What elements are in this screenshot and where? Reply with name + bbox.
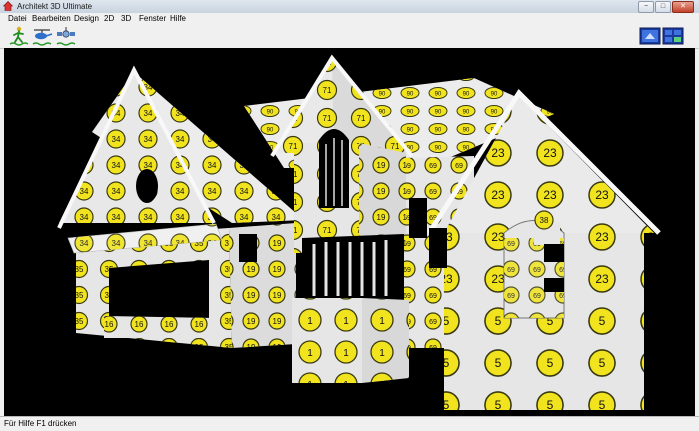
- 3d-viewport[interactable]: 34 35 16 19 71: [4, 48, 695, 416]
- maximize-button[interactable]: □: [655, 1, 671, 13]
- menu-datei[interactable]: Datei: [8, 13, 27, 24]
- close-button[interactable]: ✕: [672, 1, 694, 13]
- menu-2d[interactable]: 2D: [104, 13, 114, 24]
- menu-bar: Datei Bearbeiten Design 2D 3D Fenster Hi…: [0, 13, 699, 24]
- right-lower-texture: [444, 313, 644, 410]
- minimize-button[interactable]: −: [638, 1, 654, 13]
- single-view-icon[interactable]: [639, 25, 661, 47]
- app-house-icon: [3, 1, 13, 11]
- right-arch-label: 38: [540, 216, 549, 225]
- toolbar: [0, 24, 699, 49]
- left-base-texture: [104, 316, 216, 338]
- tower-base-side-texture: [362, 298, 409, 383]
- back-window: [429, 228, 447, 268]
- right-window-pane: [544, 244, 564, 262]
- left-side-window: [239, 234, 257, 262]
- title-bar[interactable]: Architekt 3D Ultimate − □ ✕: [0, 0, 699, 14]
- status-bar: Für Hilfe F1 drücken: [0, 416, 699, 431]
- left-round-window: [136, 169, 158, 203]
- status-text: Für Hilfe F1 drücken: [4, 419, 77, 428]
- walking-person-icon[interactable]: [8, 25, 30, 47]
- right-window-pane: [544, 278, 564, 292]
- app-window: Architekt 3D Ultimate − □ ✕ Datei Bearbe…: [0, 0, 699, 431]
- balcony-opening: [302, 234, 404, 298]
- window-title: Architekt 3D Ultimate: [17, 2, 93, 11]
- helicopter-icon[interactable]: [31, 25, 53, 47]
- balcony-railing: [312, 240, 388, 296]
- left-opening: [109, 260, 209, 323]
- menu-bearbeiten[interactable]: Bearbeiten: [32, 13, 71, 24]
- tower-base-texture: [292, 298, 362, 383]
- back-window: [409, 198, 427, 238]
- satellite-icon[interactable]: [55, 25, 77, 47]
- menu-3d[interactable]: 3D: [121, 13, 131, 24]
- menu-hilfe[interactable]: Hilfe: [170, 13, 186, 24]
- menu-design[interactable]: Design: [74, 13, 99, 24]
- split-view-icon[interactable]: [662, 25, 684, 47]
- menu-fenster[interactable]: Fenster: [139, 13, 166, 24]
- house-3d-render: 34 35 16 19 71: [57, 54, 661, 410]
